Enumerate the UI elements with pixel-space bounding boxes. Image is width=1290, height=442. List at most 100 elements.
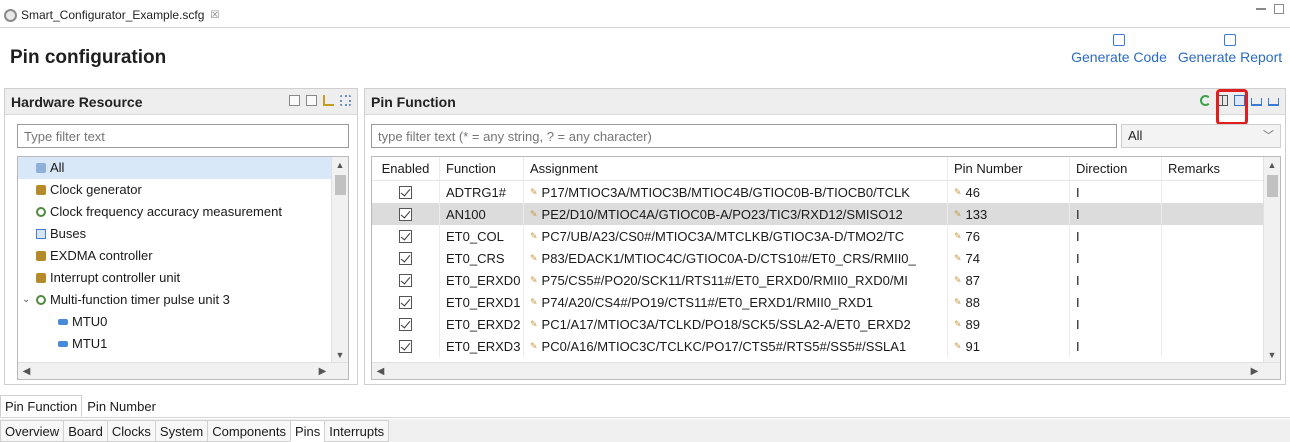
generate-code-button[interactable]: Generate Code (1069, 32, 1169, 65)
assignment-cell[interactable]: ✎ P74/A20/CS4#/PO19/CTS11#/ET0_ERXD1/RMII… (524, 291, 948, 313)
table-row[interactable]: ET0_ERXD1 ✎ P74/A20/CS4#/PO19/CTS11#/ET0_E… (372, 291, 1264, 313)
remarks-cell[interactable] (1162, 225, 1264, 247)
assignment-cell[interactable]: ✎ PE2/D10/MTIOC4A/GTIOC0B-A/PO23/TIC3/RXD… (524, 203, 948, 225)
table-row[interactable]: ADTRG1# ✎ P17/MTIOC3A/MTIOC3B/MTIOC4B/GTIO… (372, 181, 1264, 203)
enabled-checkbox[interactable] (399, 273, 412, 287)
tab-clocks[interactable]: Clocks (106, 420, 156, 442)
pin-number-cell[interactable]: ✎ 46 (948, 181, 1070, 203)
table-row[interactable]: ET0_CRS ✎ P83/EDACK1/MTIOC4C/GTIOC0A-D/CTS… (372, 247, 1264, 269)
tab-pin-function[interactable]: Pin Function (0, 395, 83, 417)
remarks-cell[interactable] (1162, 291, 1264, 313)
pencil-icon: ✎ (530, 230, 538, 241)
tree-horizontal-scrollbar[interactable]: ◀ ▶ (18, 362, 348, 379)
tree-item[interactable]: Buses (18, 223, 348, 245)
collapse-all-icon[interactable] (306, 95, 317, 106)
table-row[interactable]: ET0_COL ✎ PC7/UB/A23/CS0#/MTIOC3A/MTCLKB/G… (372, 225, 1264, 247)
remarks-cell[interactable] (1162, 247, 1264, 269)
column-header[interactable]: Function (440, 157, 524, 180)
tab-board[interactable]: Board (63, 420, 108, 442)
tree-item[interactable]: EXDMA controller (18, 245, 348, 267)
assignment-cell[interactable]: ✎ P83/EDACK1/MTIOC4C/GTIOC0A-D/CTS10#/ET0… (524, 247, 948, 269)
tab-overview[interactable]: Overview (0, 420, 65, 442)
enabled-checkbox[interactable] (399, 317, 412, 331)
pin-filter-dropdown[interactable]: All ﹀ (1121, 124, 1281, 148)
bus-icon (36, 229, 46, 239)
assignment-cell[interactable]: ✎ PC0/A16/MTIOC3C/TCLKC/PO17/CTS5#/RTS5#/… (524, 335, 948, 357)
export-icon[interactable] (1268, 98, 1279, 106)
pin-number-text: 88 (965, 294, 981, 310)
tab-components[interactable]: Components (207, 420, 291, 442)
remarks-cell[interactable] (1162, 335, 1264, 357)
assignment-cell[interactable]: ✎ P17/MTIOC3A/MTIOC3B/MTIOC4B/GTIOC0B-B/T… (524, 181, 948, 203)
enabled-checkbox[interactable] (399, 251, 412, 265)
scroll-left-icon[interactable]: ◀ (18, 363, 35, 379)
import-icon[interactable] (1251, 98, 1262, 106)
pin-number-cell[interactable]: ✎ 91 (948, 335, 1070, 357)
scroll-left-icon[interactable]: ◀ (372, 363, 389, 379)
close-icon[interactable]: ☒ (210, 10, 219, 21)
table-row[interactable]: ET0_ERXD2 ✎ PC1/A17/MTIOC3A/TCLKD/PO18/SCK… (372, 313, 1264, 335)
tree-item-label: Multi-function timer pulse unit 3 (50, 292, 230, 307)
tree-item[interactable]: Clock generator (18, 179, 348, 201)
tree-item[interactable]: ⌄ Multi-function timer pulse unit 3 (18, 289, 348, 311)
column-header[interactable]: Direction (1070, 157, 1162, 180)
column-header[interactable]: Remarks (1162, 157, 1264, 180)
sort-tree-icon[interactable] (323, 95, 334, 106)
tree-item[interactable]: MTU1 (18, 333, 348, 355)
scroll-right-icon[interactable]: ▶ (1246, 363, 1263, 379)
tab-pins[interactable]: Pins (289, 420, 326, 442)
enabled-checkbox[interactable] (399, 229, 412, 243)
pencil-icon: ✎ (530, 208, 538, 219)
pin-number-cell[interactable]: ✎ 74 (948, 247, 1070, 269)
scroll-up-icon[interactable]: ▲ (332, 157, 348, 174)
chevron-down-icon[interactable]: ⌄ (22, 289, 32, 311)
pin-number-cell[interactable]: ✎ 89 (948, 313, 1070, 335)
gear-icon (36, 207, 46, 217)
pin-number-cell[interactable]: ✎ 88 (948, 291, 1070, 313)
assignment-cell[interactable]: ✎ P75/CS5#/PO20/SCK11/RTS11#/ET0_ERXD0/RM… (524, 269, 948, 291)
tree-item[interactable]: Clock frequency accuracy measurement (18, 201, 348, 223)
remarks-cell[interactable] (1162, 313, 1264, 335)
assignment-cell[interactable]: ✎ PC7/UB/A23/CS0#/MTIOC3A/MTCLKB/GTIOC3A-… (524, 225, 948, 247)
scroll-up-icon[interactable]: ▲ (1264, 157, 1280, 174)
table-vertical-scrollbar[interactable]: ▲ ▼ (1263, 157, 1280, 364)
enabled-checkbox[interactable] (399, 295, 412, 309)
tree-vertical-scrollbar[interactable]: ▲ ▼ (331, 157, 348, 364)
pin-number-cell[interactable]: ✎ 76 (948, 225, 1070, 247)
tree-item[interactable]: All (18, 157, 348, 179)
tree-item[interactable]: MTU0 (18, 311, 348, 333)
generate-report-button[interactable]: Generate Report (1175, 32, 1285, 65)
maximize-icon[interactable] (1274, 4, 1284, 14)
remarks-cell[interactable] (1162, 203, 1264, 225)
tab-system[interactable]: System (154, 420, 209, 442)
expand-all-icon[interactable] (289, 95, 300, 106)
column-header[interactable]: Enabled (372, 157, 440, 180)
pin-number-cell[interactable]: ✎ 87 (948, 269, 1070, 291)
column-header[interactable]: Pin Number (948, 157, 1070, 180)
remarks-cell[interactable] (1162, 269, 1264, 291)
enabled-checkbox[interactable] (399, 339, 412, 353)
scroll-thumb[interactable] (335, 175, 346, 195)
tab-pin-number[interactable]: Pin Number (82, 395, 161, 417)
tab-interrupts[interactable]: Interrupts (324, 420, 390, 442)
column-header[interactable]: Assignment (524, 157, 948, 180)
pin-function-filter-input[interactable] (371, 124, 1117, 148)
scroll-thumb[interactable] (1267, 175, 1278, 197)
remarks-cell[interactable] (1162, 181, 1264, 203)
table-horizontal-scrollbar[interactable]: ◀ ▶ (372, 362, 1280, 379)
enabled-checkbox[interactable] (399, 207, 412, 221)
hierarchy-icon[interactable] (340, 95, 351, 106)
refresh-icon[interactable] (1200, 95, 1211, 106)
assignment-cell[interactable]: ✎ PC1/A17/MTIOC3A/TCLKD/PO18/SCK5/SSLA2-A… (524, 313, 948, 335)
hardware-filter-input[interactable] (17, 124, 349, 148)
table-row[interactable]: ET0_ERXD3 ✎ PC0/A16/MTIOC3C/TCLKC/PO17/CTS… (372, 335, 1264, 357)
table-row[interactable]: ET0_ERXD0 ✎ P75/CS5#/PO20/SCK11/RTS11#/ET0… (372, 269, 1264, 291)
table-row[interactable]: AN100 ✎ PE2/D10/MTIOC4A/GTIOC0B-A/PO23/TIC… (372, 203, 1264, 225)
tree-item[interactable]: Interrupt controller unit (18, 267, 348, 289)
hardware-resource-toolbar (289, 95, 351, 106)
pin-number-cell[interactable]: ✎ 133 (948, 203, 1070, 225)
enabled-checkbox[interactable] (399, 185, 412, 199)
minimize-icon[interactable] (1256, 4, 1266, 10)
scroll-right-icon[interactable]: ▶ (314, 363, 331, 379)
file-tab[interactable]: Smart_Configurator_Example.scfg ☒ (4, 5, 219, 25)
